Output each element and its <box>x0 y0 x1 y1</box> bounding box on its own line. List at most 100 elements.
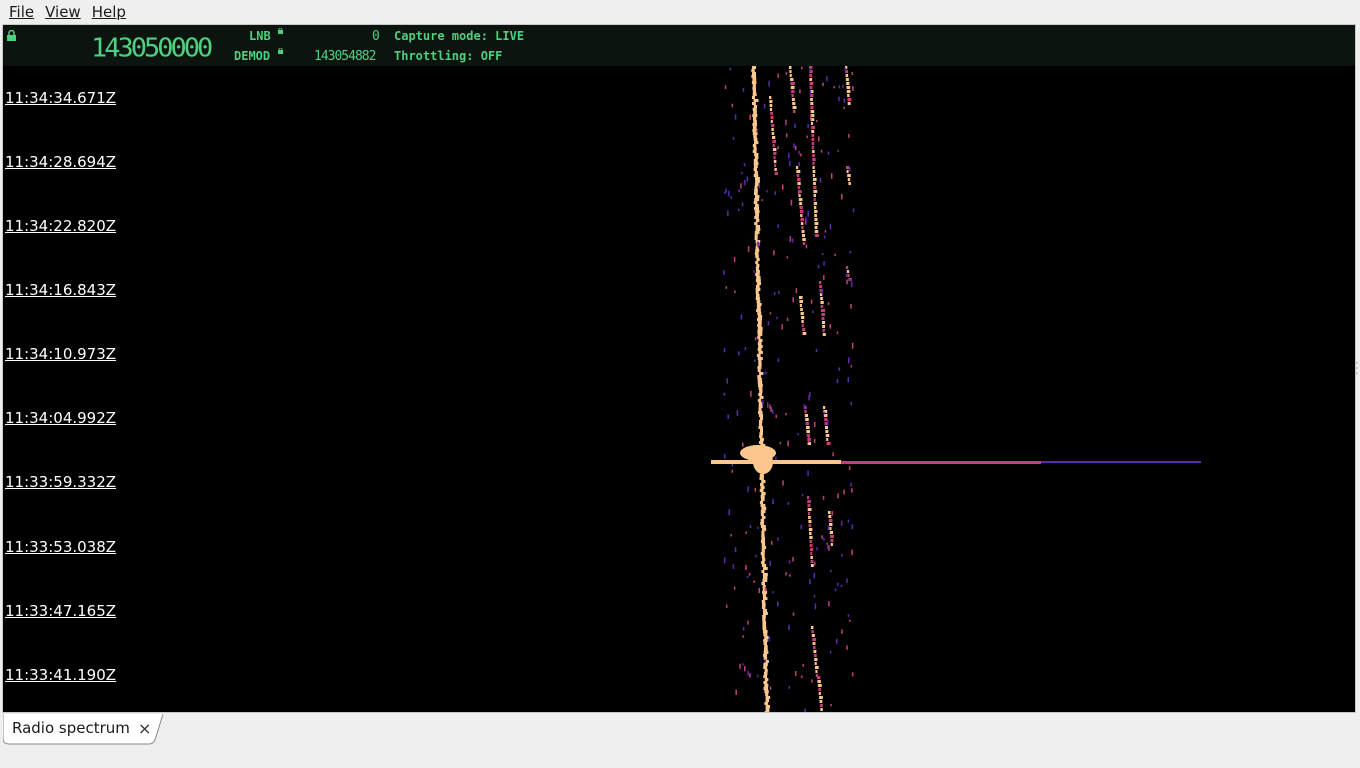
sideband-trace-segment <box>815 666 819 669</box>
sideband-trace-segment <box>846 266 849 269</box>
carrier-trace-segment <box>761 582 766 585</box>
menu-file[interactable]: File <box>0 3 34 21</box>
noise-speckle <box>827 525 830 531</box>
sideband-trace-segment <box>799 206 803 209</box>
carrier-trace-segment <box>755 288 761 291</box>
noise-speckle <box>758 587 760 594</box>
sideband-trace-segment <box>825 430 829 433</box>
carrier-trace-segment <box>761 528 767 531</box>
noise-speckle <box>816 547 818 551</box>
sideband-trace-segment <box>810 102 814 105</box>
carrier-trace-segment <box>763 639 768 642</box>
carrier-trace-segment <box>752 123 757 126</box>
noise-speckle <box>802 664 804 667</box>
noise-speckle <box>838 367 841 371</box>
carrier-trace-segment <box>761 492 766 495</box>
demod-value[interactable]: 143054882 <box>314 49 376 64</box>
sideband-trace-segment <box>829 531 834 534</box>
sideband-trace-segment <box>847 274 850 277</box>
carrier-trace-segment <box>754 171 758 174</box>
carrier-trace-segment <box>757 327 763 330</box>
sideband-trace-segment <box>773 152 777 155</box>
carrier-trace-segment <box>762 579 768 582</box>
close-icon[interactable]: × <box>138 719 151 738</box>
carrier-trace-segment <box>758 423 763 426</box>
carrier-trace-segment <box>761 543 766 546</box>
noise-speckle <box>824 235 826 239</box>
noise-speckle <box>787 440 789 447</box>
resize-grip[interactable] <box>1355 360 1359 376</box>
menu-help[interactable]: Help <box>83 3 126 21</box>
carrier-trace-segment <box>757 321 762 324</box>
waterfall-signal-layer <box>711 66 1201 712</box>
sideband-trace-segment <box>792 106 797 109</box>
noise-speckle <box>768 636 771 642</box>
noise-speckle <box>819 177 822 183</box>
sideband-trace-segment <box>809 544 813 547</box>
sideband-trace-segment <box>829 527 832 530</box>
sideband-trace-segment <box>817 676 821 679</box>
noise-speckle <box>805 216 807 222</box>
sideband-trace-segment <box>812 154 815 157</box>
carrier-trace-segment <box>758 363 762 366</box>
noise-speckle <box>770 407 772 412</box>
sideband-trace-segment <box>822 333 826 336</box>
sideband-trace-segment <box>818 688 822 691</box>
sideband-trace-segment <box>792 102 796 105</box>
noise-speckle <box>786 256 789 259</box>
carrier-trace-segment <box>754 237 758 240</box>
tab-radio-spectrum[interactable]: Radio spectrum × <box>3 714 163 745</box>
carrier-trace-segment <box>754 204 759 207</box>
carrier-trace-segment <box>753 138 758 141</box>
carrier-trace-segment <box>765 699 770 702</box>
carrier-trace-segment <box>751 66 757 69</box>
carrier-trace-segment <box>753 162 759 165</box>
menu-view[interactable]: View <box>36 3 81 21</box>
carrier-trace-segment <box>761 555 765 558</box>
noise-speckle <box>826 76 828 82</box>
main-frequency-display[interactable]: 143050000 <box>91 34 213 63</box>
noise-speckle <box>747 489 749 493</box>
sideband-trace-segment <box>807 512 811 515</box>
noise-speckle <box>725 286 728 289</box>
noise-speckle <box>849 619 851 622</box>
noise-speckle <box>748 572 751 576</box>
noise-speckle <box>740 314 743 320</box>
sideband-trace-segment <box>809 78 813 81</box>
noise-speckle <box>723 348 726 353</box>
sideband-trace-segment <box>830 535 834 538</box>
sideband-trace-segment <box>819 704 823 707</box>
sideband-trace-segment <box>806 426 810 429</box>
noise-speckle <box>810 299 813 304</box>
carrier-trace-segment <box>757 381 763 384</box>
noise-speckle <box>768 80 770 87</box>
sideband-trace-segment <box>809 74 813 77</box>
carrier-trace-segment <box>761 546 767 549</box>
noise-speckle <box>800 153 802 157</box>
noise-speckle <box>728 190 730 197</box>
sideband-trace-segment <box>818 692 821 695</box>
sideband-trace-segment <box>799 304 802 307</box>
carrier-trace-segment <box>753 201 758 204</box>
noise-speckle <box>766 189 768 193</box>
noise-speckle <box>734 290 736 294</box>
carrier-trace-segment <box>757 375 762 378</box>
carrier-trace-segment <box>757 342 762 345</box>
carrier-trace-segment <box>762 615 766 618</box>
carrier-trace-segment <box>755 225 760 228</box>
burst-line-low <box>1041 461 1201 463</box>
sideband-trace-segment <box>791 98 795 101</box>
carrier-trace-segment <box>757 348 762 351</box>
carrier-trace-segment <box>763 672 768 675</box>
lnb-value[interactable]: 0 <box>372 29 380 44</box>
sideband-trace-segment <box>847 174 851 177</box>
sideband-trace-segment <box>810 560 814 563</box>
sideband-trace-segment <box>806 430 810 433</box>
carrier-trace-segment <box>754 252 759 255</box>
lnb-lock-icon[interactable] <box>278 28 283 34</box>
carrier-trace-segment <box>754 231 760 234</box>
carrier-trace-segment <box>762 630 768 633</box>
waterfall-display[interactable]: 11:34:34.671Z 11:34:28.694Z 11:34:22.820Z 1… <box>3 66 1355 712</box>
demod-lock-icon[interactable] <box>278 48 283 54</box>
carrier-trace-segment <box>763 633 768 636</box>
